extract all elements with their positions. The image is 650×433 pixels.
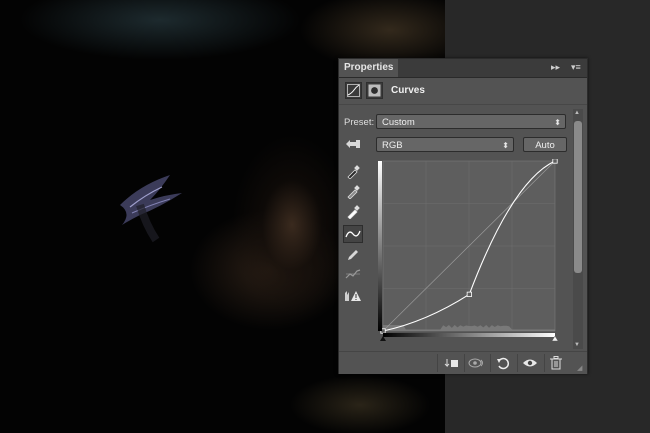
curve-point-2[interactable] [552,159,558,164]
panel-header: Curves [339,78,587,105]
bird-image [120,175,182,243]
clipping-warning-icon[interactable] [343,287,363,305]
curves-adjustment-icon[interactable] [345,82,362,99]
view-previous-icon[interactable] [466,354,488,372]
input-gradient [383,333,555,337]
scroll-down-icon[interactable]: ▼ [574,342,580,348]
sample-midtone-icon[interactable] [343,183,363,201]
panel-titlebar: Properties ▸▸ ▾≡ [339,59,587,78]
smooth-icon[interactable] [343,265,363,283]
panel-scrollbar[interactable]: ▲ ▼ [573,109,583,349]
clip-to-layer-icon[interactable] [441,354,463,372]
on-image-adjust-icon[interactable] [343,135,363,153]
select-arrows-icon: ⬍ [554,118,561,127]
panel-bottom-bar: ◢ [339,351,587,374]
panel-menu-icon[interactable]: ▾≡ [571,62,581,73]
divider [464,354,465,372]
curve-point-1[interactable] [466,291,472,297]
sample-shadow-icon[interactable] [343,163,363,181]
scroll-up-icon[interactable]: ▲ [574,110,580,116]
preset-value: Custom [382,117,415,128]
preset-label: Preset: [344,117,375,128]
resize-grip-icon[interactable]: ◢ [577,364,582,372]
reset-icon[interactable] [492,354,514,372]
curve-point-icon[interactable] [343,225,363,243]
divider [517,354,518,372]
adjustment-title: Curves [391,85,425,96]
scroll-thumb[interactable] [574,121,582,273]
select-arrows-icon: ⬍ [502,141,509,150]
sample-highlight-icon[interactable] [343,203,363,221]
properties-panel: Properties ▸▸ ▾≡ Curves Preset: Custom ⬍… [338,58,588,374]
divider [490,354,491,372]
preset-select[interactable]: Custom ⬍ [376,114,566,129]
tab-properties[interactable]: Properties [339,59,399,77]
channel-value: RGB [382,140,403,151]
double-arrow-icon[interactable]: ▸▸ [551,62,560,73]
divider [437,354,438,372]
layer-mask-icon[interactable] [366,82,383,99]
curve-graph[interactable] [377,159,561,341]
channel-select[interactable]: RGB ⬍ [376,137,514,152]
visibility-eye-icon[interactable] [519,354,541,372]
trash-icon[interactable] [545,354,567,372]
pencil-icon[interactable] [343,246,363,264]
output-gradient [378,161,382,331]
auto-button[interactable]: Auto [523,137,567,152]
